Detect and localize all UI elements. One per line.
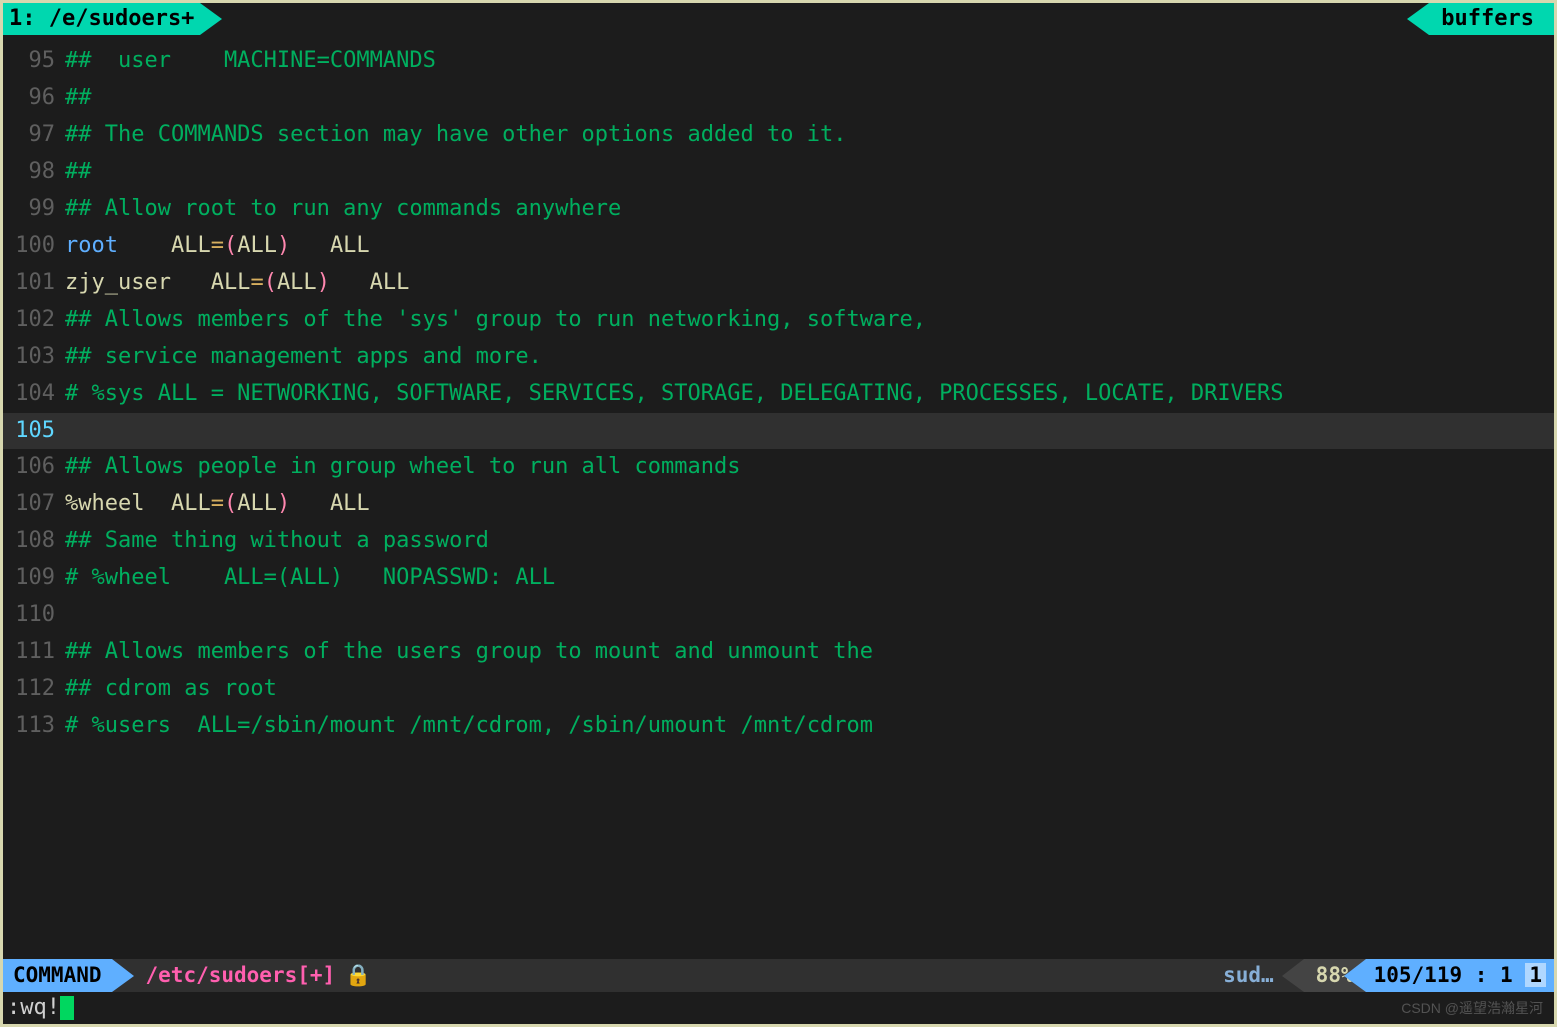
code-content: # %users ALL=/sbin/mount /mnt/cdrom, /sb… xyxy=(65,708,1554,745)
code-line[interactable]: 109# %wheel ALL=(ALL) NOPASSWD: ALL xyxy=(3,560,1554,597)
code-content: %wheel ALL=(ALL) ALL xyxy=(65,486,1554,523)
line-number: 112 xyxy=(3,671,65,708)
editor-viewport[interactable]: 95## user MACHINE=COMMANDS96##97## The C… xyxy=(3,35,1554,959)
code-content: ## Allows members of the users group to … xyxy=(65,634,1554,671)
code-content: ## Allows members of the 'sys' group to … xyxy=(65,302,1554,339)
cursor-icon xyxy=(60,996,74,1020)
mode-indicator: COMMAND xyxy=(3,959,112,992)
line-number: 104 xyxy=(3,376,65,413)
code-content xyxy=(65,597,1554,634)
code-line[interactable]: 111## Allows members of the users group … xyxy=(3,634,1554,671)
code-line[interactable]: 105 xyxy=(3,413,1554,450)
line-number: 96 xyxy=(3,80,65,117)
line-number: 110 xyxy=(3,597,65,634)
line-number: 105 xyxy=(3,413,65,450)
code-content: ## Allows people in group wheel to run a… xyxy=(65,449,1554,486)
code-line[interactable]: 95## user MACHINE=COMMANDS xyxy=(3,43,1554,80)
code-content: # %sys ALL = NETWORKING, SOFTWARE, SERVI… xyxy=(65,376,1554,413)
code-content: ## cdrom as root xyxy=(65,671,1554,708)
code-line[interactable]: 103## service management apps and more. xyxy=(3,339,1554,376)
line-number: 107 xyxy=(3,486,65,523)
buffers-button[interactable]: buffers xyxy=(1429,3,1554,35)
status-bar: COMMAND /etc/sudoers[+] 🔒 sud… 88% 105/1… xyxy=(3,959,1554,992)
code-line[interactable]: 113# %users ALL=/sbin/mount /mnt/cdrom, … xyxy=(3,708,1554,745)
code-content: ## xyxy=(65,80,1554,117)
code-line[interactable]: 98## xyxy=(3,154,1554,191)
watermark: CSDN @遥望浩瀚星河 xyxy=(1401,997,1543,1021)
line-number: 100 xyxy=(3,228,65,265)
line-number: 113 xyxy=(3,708,65,745)
command-text: :wq! xyxy=(7,992,60,1024)
code-content: # %wheel ALL=(ALL) NOPASSWD: ALL xyxy=(65,560,1554,597)
code-content: ## service management apps and more. xyxy=(65,339,1554,376)
code-content: zjy_user ALL=(ALL) ALL xyxy=(65,265,1554,302)
line-number: 109 xyxy=(3,560,65,597)
code-line[interactable]: 96## xyxy=(3,80,1554,117)
line-number: 98 xyxy=(3,154,65,191)
code-line[interactable]: 108## Same thing without a password xyxy=(3,523,1554,560)
line-number: 101 xyxy=(3,265,65,302)
code-line[interactable]: 104# %sys ALL = NETWORKING, SOFTWARE, SE… xyxy=(3,376,1554,413)
cursor-position: 105/119 : 1 1 xyxy=(1366,959,1554,992)
code-line[interactable]: 97## The COMMANDS section may have other… xyxy=(3,117,1554,154)
code-content: ## The COMMANDS section may have other o… xyxy=(65,117,1554,154)
line-number: 108 xyxy=(3,523,65,560)
code-line[interactable]: 106## Allows people in group wheel to ru… xyxy=(3,449,1554,486)
code-content: root ALL=(ALL) ALL xyxy=(65,228,1554,265)
code-line[interactable]: 110 xyxy=(3,597,1554,634)
line-number: 111 xyxy=(3,634,65,671)
code-line[interactable]: 102## Allows members of the 'sys' group … xyxy=(3,302,1554,339)
code-line[interactable]: 107%wheel ALL=(ALL) ALL xyxy=(3,486,1554,523)
code-line[interactable]: 100root ALL=(ALL) ALL xyxy=(3,228,1554,265)
line-number: 103 xyxy=(3,339,65,376)
code-content: ## user MACHINE=COMMANDS xyxy=(65,43,1554,80)
code-line[interactable]: 99## Allow root to run any commands anyw… xyxy=(3,191,1554,228)
line-number: 99 xyxy=(3,191,65,228)
top-bar: 1: /e/sudoers+ buffers xyxy=(3,3,1554,35)
code-line[interactable]: 101zjy_user ALL=(ALL) ALL xyxy=(3,265,1554,302)
code-content xyxy=(65,413,1554,450)
buffer-tab[interactable]: 1: /e/sudoers+ xyxy=(3,3,200,35)
code-content: ## Allow root to run any commands anywhe… xyxy=(65,191,1554,228)
file-path: /etc/sudoers[+] xyxy=(136,959,336,992)
line-number: 106 xyxy=(3,449,65,486)
line-number: 95 xyxy=(3,43,65,80)
line-number: 102 xyxy=(3,302,65,339)
code-content: ## xyxy=(65,154,1554,191)
lock-icon: 🔒 xyxy=(335,959,371,992)
command-line[interactable]: :wq! xyxy=(3,992,1554,1024)
code-line[interactable]: 112## cdrom as root xyxy=(3,671,1554,708)
code-content: ## Same thing without a password xyxy=(65,523,1554,560)
line-number: 97 xyxy=(3,117,65,154)
